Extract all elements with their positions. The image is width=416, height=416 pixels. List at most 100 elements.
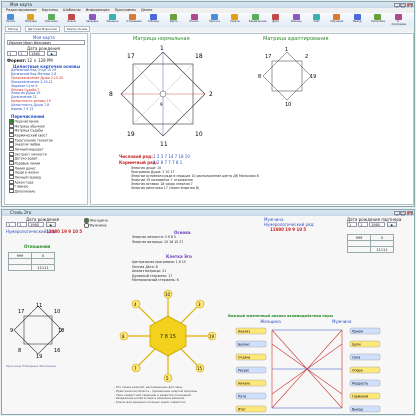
menu-item[interactable]: Картины [42, 8, 58, 12]
gender-radios: Женщина Мужчина [84, 218, 108, 229]
matrix-num: 10 [195, 131, 203, 138]
ego-octa-chart: 17 11 10 9 18 8 19 16 [10, 303, 64, 358]
left-panel: Моя карта Иванов Иван Иванович Дата рожд… [4, 33, 88, 205]
mini-num: 2 [305, 54, 308, 60]
ribbon-button-label: Карта [169, 20, 178, 23]
relation-diagram: Анализ Баланс Отдача Ресурс Начало Пути Итог Пр… [235, 327, 381, 413]
ribbon-button-label: Обучение [330, 20, 344, 23]
relations-table: 999 0 11111 [8, 252, 55, 271]
ribbon-button[interactable]: Помощь [290, 14, 303, 26]
calc-button[interactable]: ▶ [47, 51, 57, 56]
ribbon-button-label: Кармические [248, 20, 267, 23]
ego-day-field[interactable]: 1 [6, 222, 16, 227]
partner-month-field[interactable]: 1 [358, 222, 368, 227]
matrix-num: 9 [160, 102, 163, 107]
ribbon-button-label: Советы [230, 20, 240, 23]
tab-basics-cards[interactable]: Карты Основ [63, 26, 91, 32]
day-field[interactable]: 1 [7, 51, 17, 56]
ribbon-button[interactable]: Сайт [310, 14, 323, 26]
ego-month-field[interactable]: 1 [17, 222, 27, 227]
star-num: 10 [165, 292, 171, 297]
tab-child-adult[interactable]: Детская Взрослая [25, 26, 60, 32]
ribbon-button[interactable]: Кармические [249, 14, 266, 26]
menu-item[interactable]: Редактирование [6, 8, 37, 12]
option-label: Треугольник талантов [14, 137, 53, 142]
ribbon-button[interactable]: Финансы [106, 14, 119, 26]
option-checkbox[interactable]: Дополнение [9, 188, 87, 194]
partner-calc-button[interactable]: ▶ [387, 222, 397, 227]
ribbon-button[interactable]: Выход [351, 14, 364, 26]
maximize-button[interactable]: □ [400, 3, 406, 8]
ribbon-button-label: Здоровье [85, 20, 99, 23]
ribbon-button-label: Ключи [67, 20, 76, 23]
tab-method[interactable]: Метод [5, 26, 22, 32]
menu-item[interactable]: Далее [141, 8, 152, 12]
ribbon-button[interactable]: Таблица [147, 14, 160, 26]
option-label: Детско-родит. [14, 156, 39, 161]
main-window: Моя карта _ □ × Редактирование Картины Ш… [1, 1, 415, 207]
diagram-label: Отдача [238, 355, 250, 359]
mini-matrix-chart: 17 1 2 8 19 10 [258, 47, 316, 106]
octa-num: 16 [54, 348, 60, 354]
ribbon-button[interactable]: Описание [45, 14, 58, 26]
partner-table: 999 0 11111 [347, 234, 394, 253]
menu-item[interactable]: Программы [115, 8, 136, 12]
ribbon-button[interactable]: Матрица [24, 14, 37, 26]
ego-year-field[interactable]: 1980 [28, 222, 44, 227]
ribbon-button[interactable]: Карта [167, 14, 180, 26]
cell [347, 246, 371, 253]
ribbon-button[interactable]: Синтез [4, 14, 17, 26]
option-label: Матрица Судьбы [14, 128, 43, 133]
diagram-label: Мудрость [352, 381, 368, 385]
option-label: Дополнение [14, 189, 36, 194]
diagram-label: Баланс [238, 342, 250, 346]
maximize-button[interactable]: □ [400, 211, 406, 216]
ribbon-button[interactable]: Печать [188, 14, 201, 26]
diagram-label: Выход [352, 407, 364, 411]
radio-man[interactable]: Мужчина [84, 223, 108, 228]
menu-item[interactable]: Шаблоны [63, 8, 80, 12]
ego-calc-button[interactable]: ▶ [46, 222, 56, 227]
partner-year-field[interactable]: 1980 [369, 222, 385, 227]
month-field[interactable]: 1 [18, 51, 28, 56]
ego-title: Стиль Эго [10, 210, 32, 215]
matrix-heading: Матрица нормальная [133, 36, 190, 42]
ribbon-button[interactable]: Обучение [330, 14, 343, 26]
octa-num: 10 [54, 309, 60, 315]
cell: 11111 [370, 246, 394, 253]
option-label: Главное [14, 184, 29, 189]
info-line: Энергия пилотажа 17 (через энергию 8) [131, 186, 200, 190]
diagram-label: Анализ [238, 329, 250, 333]
ego-num-value: 11080 19 9 10 5 [46, 229, 83, 234]
diagram-label: Ресурс [238, 368, 250, 372]
close-button[interactable]: × [407, 3, 413, 8]
mini-num: 17 [265, 54, 271, 60]
close-button[interactable]: × [407, 211, 413, 216]
partner-day-field[interactable]: 1 [347, 222, 357, 227]
ribbon-button[interactable]: Отношения [126, 14, 142, 26]
name-field[interactable]: Иванов Иван Иванович [7, 40, 85, 45]
ribbon-button-label: Помощь [290, 20, 302, 23]
ego-window: Стиль Эго _ □ × Дата рождения 1 1 1980 ▶… [1, 209, 415, 415]
menu-item[interactable]: Информация [86, 8, 110, 12]
octa-num: 17 [18, 309, 24, 315]
option-label: Кармический хвост [14, 133, 48, 138]
ribbon-button[interactable]: О программе [391, 14, 407, 26]
matrix-num: 2 [209, 91, 213, 98]
ribbon-button[interactable]: Дети [269, 14, 282, 26]
dream-row: Центральная программа: 1 8 15 [132, 260, 186, 264]
ribbon-button-label: О программе [391, 20, 407, 26]
option-label: Перечисление [14, 119, 39, 124]
matrix-num: 17 [127, 53, 135, 60]
ribbon-button[interactable]: Ключи [65, 14, 78, 26]
number-row-2-label: Кармичный ряд: [119, 160, 158, 165]
option-label: Аркан года [14, 179, 34, 184]
ribbon-button[interactable]: Здоровье [86, 14, 99, 26]
ribbon-button[interactable]: Прогноз [208, 14, 221, 26]
year-field[interactable]: 1980 [29, 51, 45, 56]
ribbon-button[interactable]: Настройки [371, 14, 385, 26]
star-num: 19 [209, 334, 215, 339]
option-label: Люди в жизни [14, 170, 39, 175]
ribbon-button[interactable]: Советы [228, 14, 241, 26]
ego-body: Дата рождения 1 1 1980 ▶ Нумерологически… [2, 216, 414, 414]
